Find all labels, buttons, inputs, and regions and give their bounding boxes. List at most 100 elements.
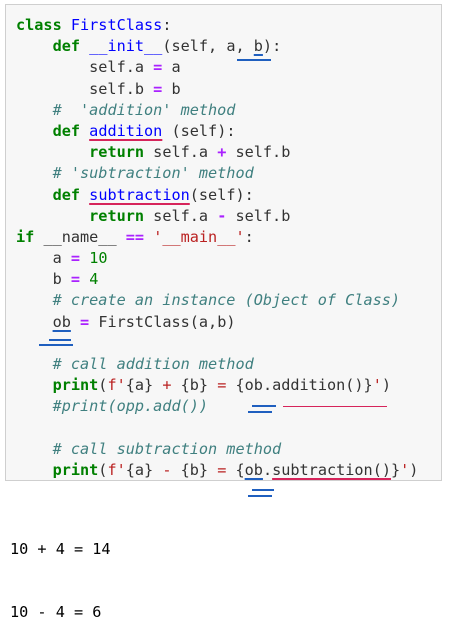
code-token: (self, a,: [162, 37, 254, 56]
code-token: {a}: [125, 460, 154, 479]
cell-output: 10 + 4 = 14 10 - 4 = 6: [10, 497, 111, 644]
code-token: }: [390, 460, 401, 479]
code-token: print: [52, 460, 99, 479]
code-token: b: [253, 37, 263, 56]
code-token: a: [16, 249, 71, 268]
code-token: ==: [125, 227, 145, 246]
code-token: self.a: [144, 206, 218, 225]
code-token: # 'subtraction' method: [52, 164, 254, 183]
code-token: return: [89, 143, 145, 162]
code-token: =: [70, 270, 81, 289]
code-token: print: [52, 376, 99, 395]
code-token: -: [153, 460, 181, 479]
code-token: '__main__': [153, 227, 245, 246]
code-token: b: [162, 79, 181, 98]
code-token: =: [153, 79, 163, 98]
code-token: :: [162, 16, 172, 34]
code-token: self.b: [16, 79, 154, 98]
code-line: class FirstClass:: [16, 15, 418, 36]
code-token: =: [208, 376, 236, 395]
code-token: ': [372, 376, 382, 395]
annotation-underline: [39, 344, 73, 346]
code-token: a: [162, 58, 181, 77]
code-line: self.b = b: [16, 79, 418, 100]
code-token: ): [381, 376, 392, 395]
code-token: FirstClass(a,b): [89, 312, 236, 331]
code-editor[interactable]: class FirstClass: def __init__(self, a, …: [16, 15, 418, 481]
output-line: 10 + 4 = 14: [10, 540, 111, 558]
code-token: {: [235, 460, 245, 479]
code-token: -: [217, 206, 227, 225]
code-token: self.a: [16, 58, 154, 77]
code-token: return: [89, 206, 145, 225]
code-line: a = 10: [16, 248, 418, 269]
code-line: print(f'{a} + {b} = {ob.addition()}'): [16, 375, 418, 396]
code-token: b: [16, 270, 71, 289]
code-line: def subtraction(self):: [16, 185, 418, 206]
annotation-underline: [248, 495, 272, 497]
code-token: class: [16, 16, 62, 34]
code-token: ob: [52, 312, 71, 331]
code-token: #print(opp.add()): [52, 397, 209, 416]
code-line: print(f'{a} - {b} = {ob.subtraction()}'): [16, 460, 419, 481]
annotation-underline: [283, 406, 387, 407]
code-token: :: [244, 227, 254, 246]
code-token: # call subtraction method: [52, 439, 282, 458]
code-token: =: [80, 312, 90, 331]
code-token: +: [217, 143, 227, 162]
code-token: ': [400, 460, 410, 479]
code-line: def addition (self):: [16, 121, 418, 142]
code-token: .: [262, 376, 273, 395]
code-token: ob: [244, 460, 263, 479]
annotation-underline: [237, 59, 271, 61]
code-cell[interactable]: class FirstClass: def __init__(self, a, …: [5, 4, 442, 497]
code-token: +: [153, 376, 181, 395]
code-line: # create an instance (Object of Class): [16, 290, 418, 311]
code-token: def: [52, 121, 81, 140]
code-token: 4: [89, 270, 99, 289]
code-token: def: [52, 185, 81, 204]
code-token: .: [262, 460, 273, 479]
code-line: if __name__ == '__main__':: [16, 227, 418, 248]
code-token: if: [16, 227, 35, 246]
code-token: subtraction: [89, 185, 190, 204]
code-token: (self):: [189, 185, 254, 204]
code-token: 10: [89, 249, 108, 268]
code-token: addition(): [272, 376, 364, 395]
annotation-underline: [252, 405, 276, 407]
code-line: # call addition method: [16, 354, 418, 375]
code-token: ): [409, 460, 419, 479]
code-line: def __init__(self, a, b):: [16, 36, 418, 57]
code-token: # create an instance (Object of Class): [52, 291, 401, 310]
code-token: __name__: [34, 227, 126, 246]
code-token: subtraction(): [272, 460, 391, 479]
code-line: self.a = a: [16, 57, 418, 78]
code-token: # 'addition' method: [52, 100, 236, 119]
annotation-underline: [49, 339, 71, 341]
code-token: }: [363, 376, 373, 395]
code-token: ob: [244, 376, 263, 395]
code-token: f': [107, 376, 126, 395]
code-line: # call subtraction method: [16, 439, 418, 460]
code-line: return self.a + self.b: [16, 142, 418, 163]
code-line: # 'addition' method: [16, 100, 418, 121]
code-token: f': [107, 460, 126, 479]
code-token: addition: [89, 121, 163, 140]
